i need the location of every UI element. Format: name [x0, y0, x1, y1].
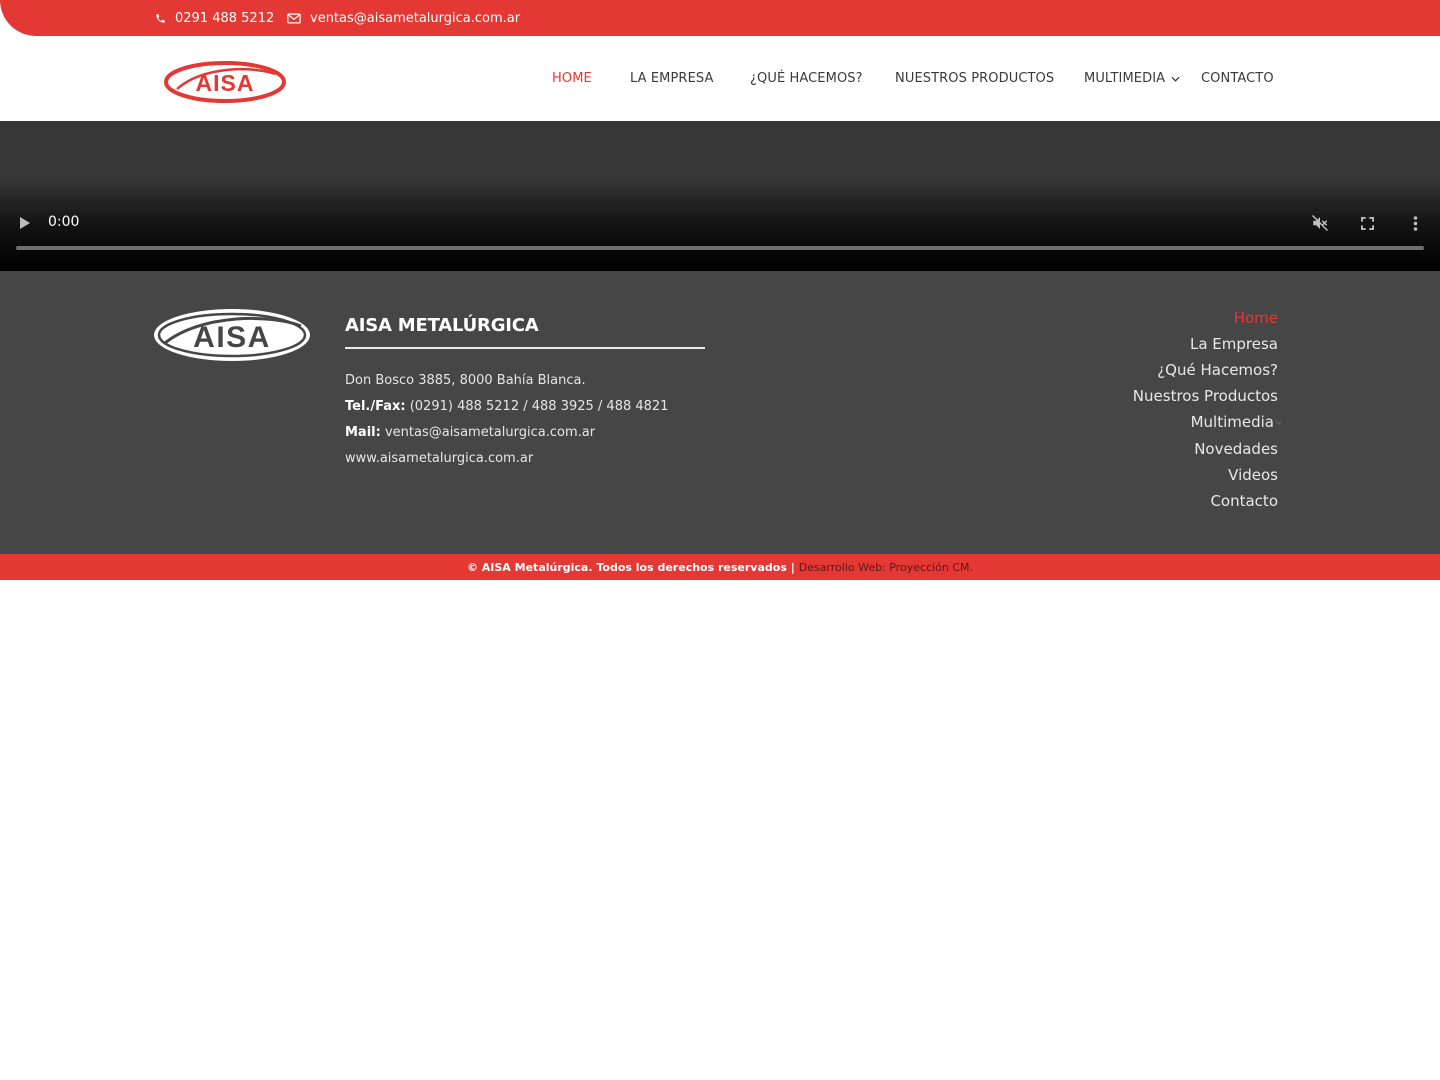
chevron-down-icon [1171, 76, 1180, 82]
footer-logo-text: AISA [193, 321, 271, 354]
nav-que-hacemos[interactable]: ¿QUÉ HACEMOS? [750, 71, 863, 86]
site-footer: AISA AISA METALÚRGICA Don Bosco 3885, 80… [0, 271, 1440, 554]
footer-address: Don Bosco 3885, 8000 Bahía Blanca. [345, 373, 586, 388]
footer-menu-multimedia[interactable]: Multimedia [1191, 413, 1282, 431]
nav-la-empresa[interactable]: LA EMPRESA [630, 71, 713, 86]
more-options-icon[interactable] [1413, 216, 1418, 231]
footer-title: AISA METALÚRGICA [345, 315, 539, 336]
footer-menu-videos[interactable]: Videos [1228, 466, 1278, 484]
topbar-phone[interactable]: 0291 488 5212 [155, 0, 274, 36]
footer-menu-nuestros-productos[interactable]: Nuestros Productos [1133, 387, 1278, 405]
phone-icon [156, 13, 165, 23]
footer-logo: AISA [151, 306, 313, 368]
video-time: 0:00 [48, 214, 80, 230]
copyright-bar: © AISA Metalúrgica. Todos los derechos r… [0, 554, 1440, 580]
fullscreen-icon[interactable] [1361, 217, 1374, 230]
nav-contacto[interactable]: CONTACTO [1201, 71, 1274, 86]
footer-mail-value[interactable]: ventas@aisametalurgica.com.ar [381, 425, 595, 440]
video-progress-bar[interactable] [16, 246, 1424, 250]
play-icon[interactable] [20, 217, 30, 229]
footer-menu-contacto[interactable]: Contacto [1210, 492, 1278, 510]
top-contact-bar: 0291 488 5212 ventas@aisametalurgica.com… [0, 0, 1440, 36]
footer-menu-multimedia-label: Multimedia [1190, 413, 1274, 431]
envelope-icon [287, 13, 301, 23]
footer-title-underline [345, 347, 705, 349]
footer-mail: Mail: ventas@aisametalurgica.com.ar [345, 425, 595, 440]
muted-volume-icon[interactable] [1311, 214, 1329, 232]
nav-multimedia[interactable]: MULTIMEDIA [1084, 71, 1180, 86]
footer-mail-label: Mail: [345, 425, 381, 440]
site-logo[interactable]: AISA [163, 60, 287, 108]
footer-menu-home[interactable]: Home [1234, 309, 1278, 327]
topbar-phone-text: 0291 488 5212 [175, 10, 275, 26]
logo-text: AISA [196, 70, 255, 96]
chevron-down-icon [1276, 420, 1282, 425]
video-player[interactable]: 0:00 [0, 121, 1440, 271]
developer-link[interactable]: Desarrollo Web: Proyección CM. [799, 561, 973, 574]
footer-website[interactable]: www.aisametalurgica.com.ar [345, 451, 533, 466]
footer-tel-value: (0291) 488 5212 / 488 3925 / 488 4821 [405, 399, 669, 414]
nav-multimedia-label: MULTIMEDIA [1084, 71, 1166, 86]
site-header: AISA HOME LA EMPRESA ¿QUÉ HACEMOS? NUEST… [0, 36, 1440, 121]
topbar-email[interactable]: ventas@aisametalurgica.com.ar [287, 0, 520, 36]
footer-menu-novedades[interactable]: Novedades [1194, 440, 1278, 458]
topbar-email-text: ventas@aisametalurgica.com.ar [310, 10, 521, 26]
nav-home[interactable]: HOME [552, 71, 592, 86]
footer-tel: Tel./Fax: (0291) 488 5212 / 488 3925 / 4… [345, 399, 668, 414]
copyright-text: © AISA Metalúrgica. Todos los derechos r… [466, 560, 795, 574]
footer-tel-label: Tel./Fax: [345, 399, 406, 414]
footer-menu-la-empresa[interactable]: La Empresa [1190, 335, 1278, 353]
footer-menu-que-hacemos[interactable]: ¿Qué Hacemos? [1157, 361, 1278, 379]
nav-nuestros-productos[interactable]: NUESTROS PRODUCTOS [895, 71, 1054, 86]
